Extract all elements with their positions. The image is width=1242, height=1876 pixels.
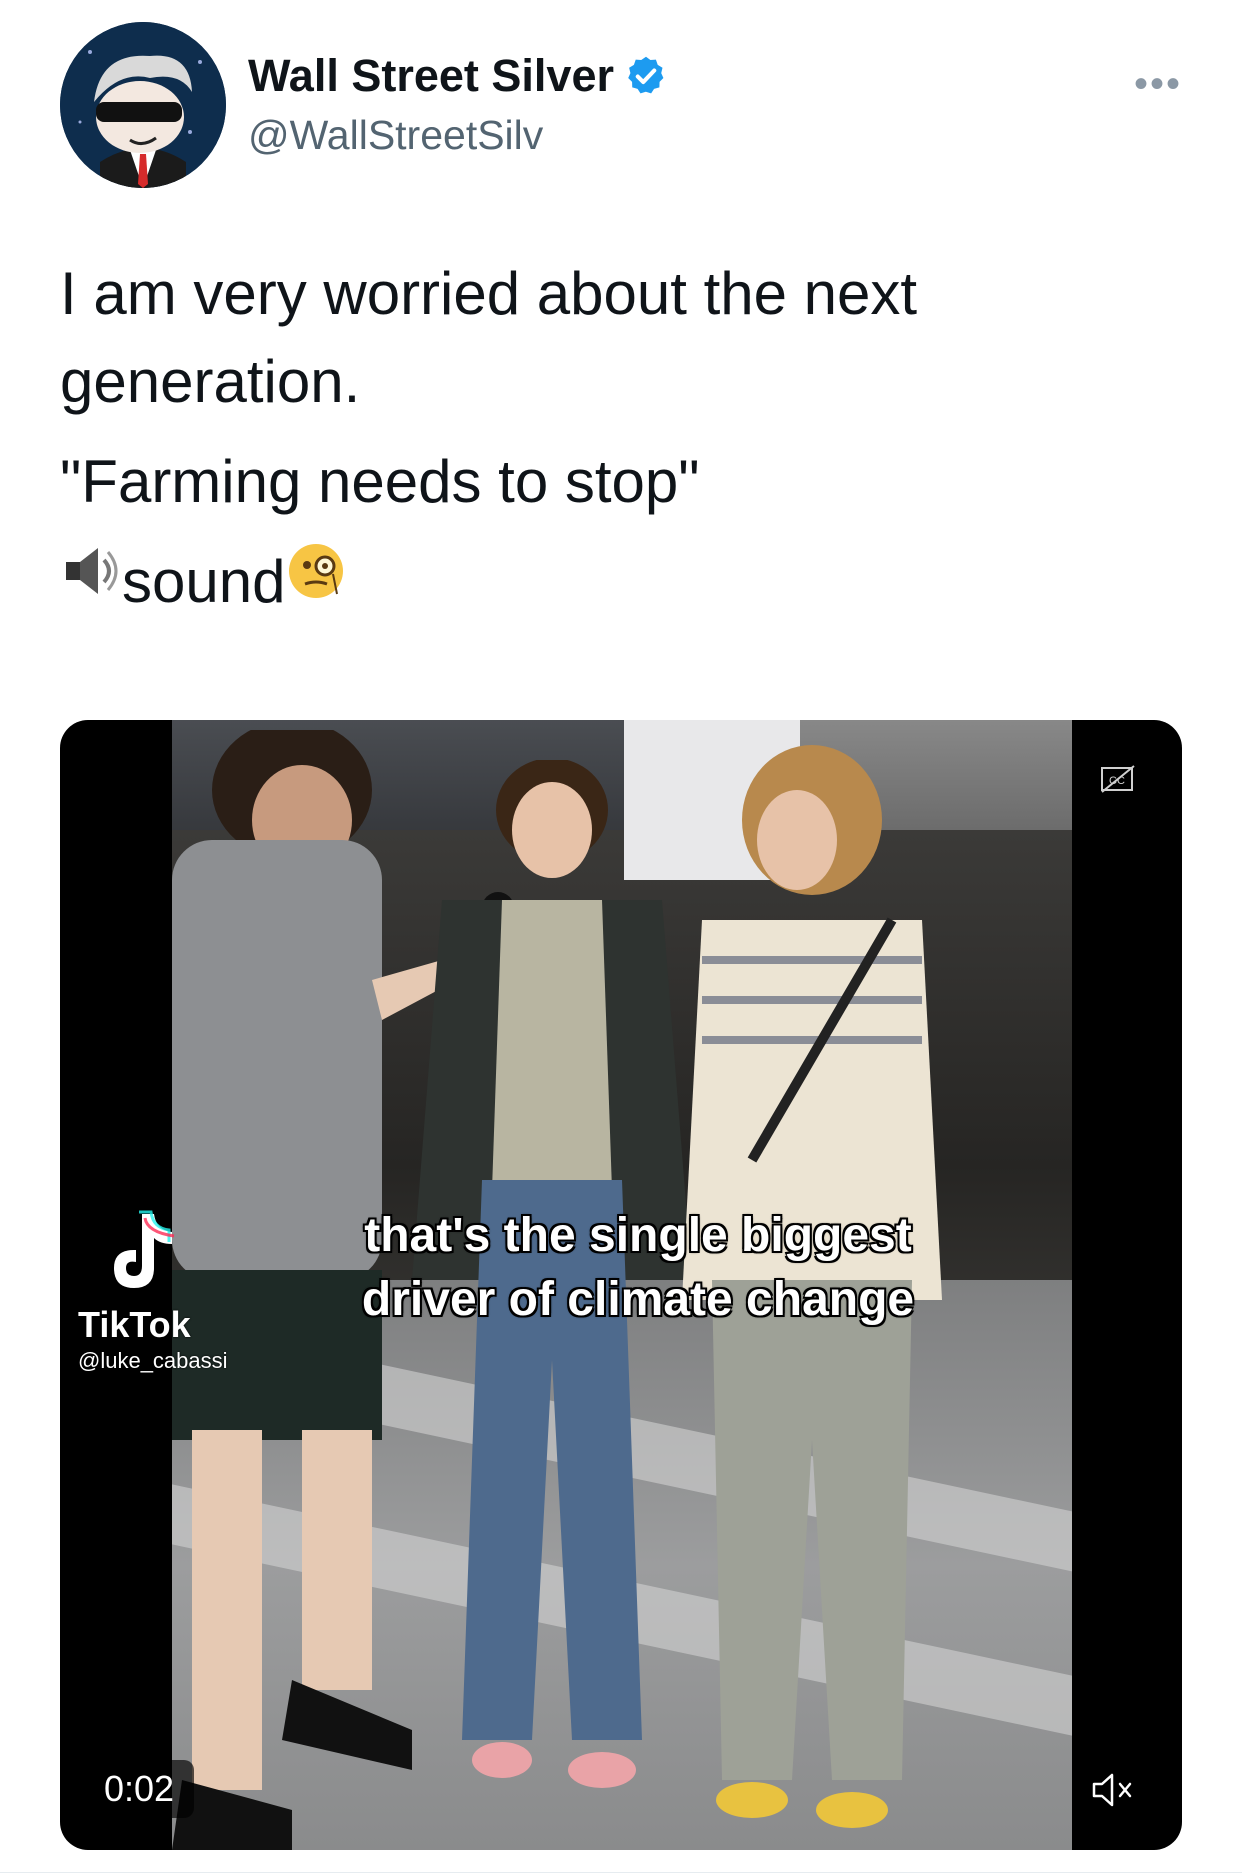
tweet-header: Wall Street Silver @WallStreetSilv ••• bbox=[60, 22, 1182, 192]
face-with-monocle-icon bbox=[285, 538, 347, 626]
bottom-divider bbox=[0, 1872, 1242, 1873]
avatar[interactable] bbox=[60, 22, 226, 188]
sound-word: sound bbox=[122, 548, 286, 615]
verified-badge-icon bbox=[624, 54, 668, 98]
video-player[interactable]: TikTok @luke_cabassi that's the single b… bbox=[60, 720, 1182, 1850]
speaker-icon bbox=[60, 538, 122, 626]
tweet-text-line-1: I am very worried about the next generat… bbox=[60, 260, 918, 415]
tweet-text-line-2: "Farming needs to stop" bbox=[60, 448, 700, 515]
tiktok-logo-icon bbox=[98, 1208, 178, 1299]
closed-captions-icon[interactable]: CC bbox=[1100, 764, 1136, 794]
avatar-image bbox=[60, 22, 226, 188]
tweet-text-line-3: sound bbox=[60, 538, 1160, 626]
more-options-button[interactable]: ••• bbox=[1134, 62, 1182, 107]
author-name[interactable]: Wall Street Silver bbox=[248, 50, 614, 102]
tweet-body: I am very worried about the next generat… bbox=[60, 250, 1160, 626]
author-handle[interactable]: @WallStreetSilv bbox=[248, 112, 543, 159]
video-caption-line-1: that's the single biggest bbox=[364, 1209, 912, 1262]
tiktok-brand: TikTok bbox=[78, 1304, 191, 1345]
tiktok-username: @luke_cabassi bbox=[78, 1348, 228, 1373]
video-timer: 0:02 bbox=[84, 1760, 195, 1818]
muted-speaker-icon[interactable] bbox=[1090, 1770, 1138, 1810]
author-row: Wall Street Silver bbox=[248, 50, 668, 102]
video-caption-line-2: driver of climate change bbox=[361, 1273, 915, 1326]
